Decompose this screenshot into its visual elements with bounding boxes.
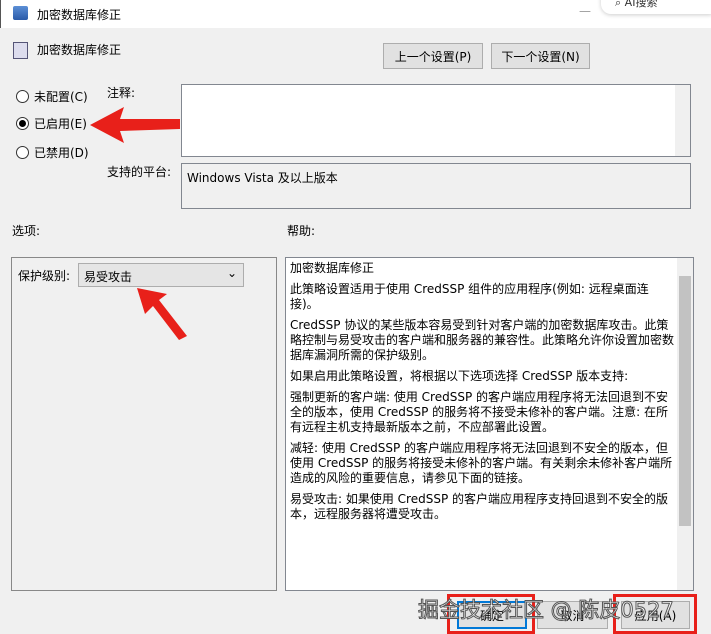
protection-level-dropdown[interactable]: 易受攻击 ⌄	[78, 263, 244, 287]
platform-box: Windows Vista 及以上版本	[181, 163, 691, 209]
help-scrollbar[interactable]	[677, 258, 693, 590]
comment-textarea[interactable]	[181, 84, 691, 157]
arrow-annotation-enabled	[90, 107, 180, 143]
radio-disabled[interactable]: 已禁用(D)	[16, 144, 89, 161]
minimize-button[interactable]: —	[579, 4, 591, 18]
scrollbar[interactable]	[675, 85, 690, 156]
radio-enabled[interactable]: 已启用(E)	[16, 115, 87, 132]
help-panel: 加密数据库修正 此策略设置适用于使用 CredSSP 组件的应用程序(例如: 远…	[285, 257, 694, 591]
comment-label: 注释:	[107, 86, 136, 100]
chevron-down-icon: ⌄	[226, 266, 237, 280]
next-setting-button[interactable]: 下一个设置(N)	[491, 43, 590, 69]
policy-icon	[13, 42, 28, 59]
search-icon: ⌕	[615, 0, 625, 9]
protection-level-label: 保护级别:	[18, 269, 71, 283]
search-overlay[interactable]: ⌕ AI搜索	[601, 0, 711, 14]
scrollbar-thumb[interactable]	[679, 276, 691, 526]
app-icon	[13, 6, 28, 20]
policy-title: 加密数据库修正	[37, 43, 122, 57]
options-label: 选项:	[12, 224, 41, 238]
arrow-annotation-dropdown	[137, 288, 187, 340]
prev-setting-button[interactable]: 上一个设置(P)	[383, 43, 483, 69]
platform-label: 支持的平台:	[107, 165, 172, 179]
window-title: 加密数据库修正	[37, 8, 122, 22]
watermark: 掘金技术社区 @ 陈皮0527	[418, 598, 675, 623]
title-bar: 加密数据库修正 — ⌕ AI搜索	[0, 0, 711, 28]
help-label: 帮助:	[287, 224, 316, 238]
radio-not-configured[interactable]: 未配置(C)	[16, 88, 88, 105]
